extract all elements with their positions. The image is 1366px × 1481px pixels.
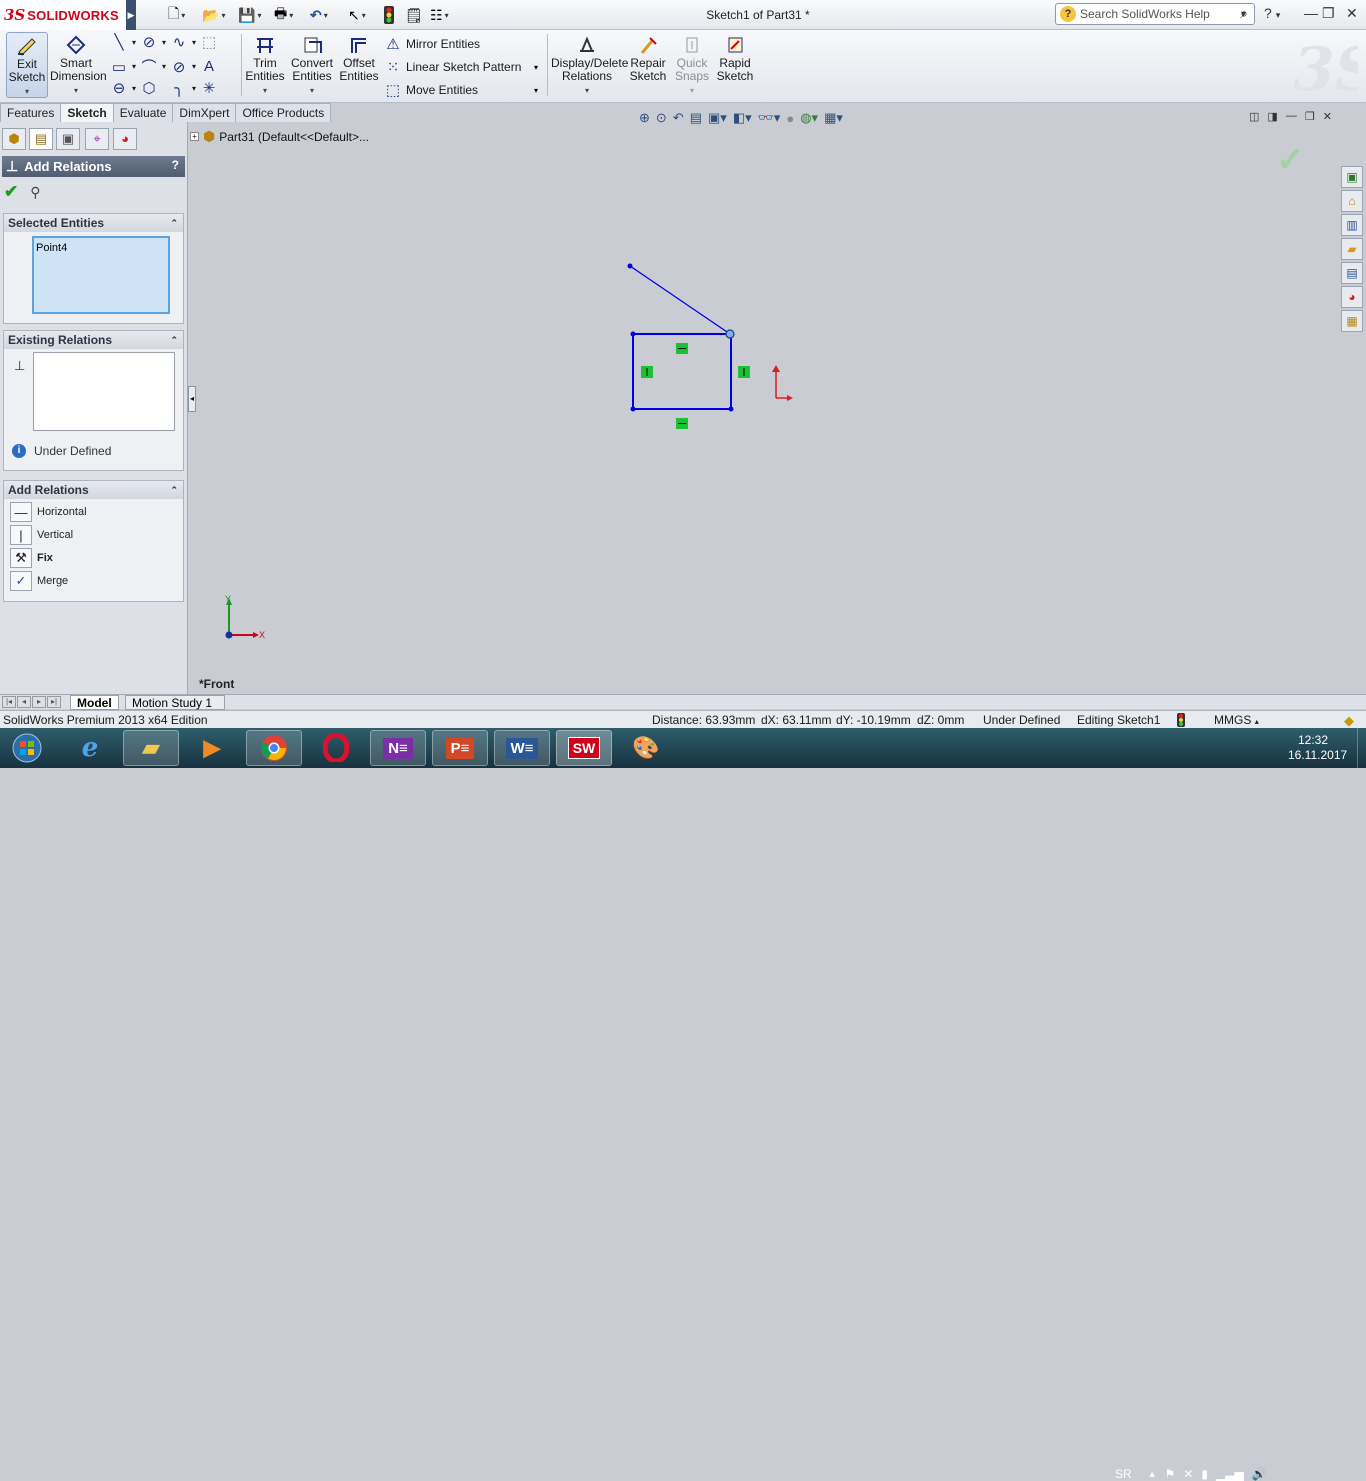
feature-manager-panel: ⬢ ▤ ▣ ⌖ ◕ ⊥ Add Relations ? ✔ ⚲ Selected…: [0, 122, 188, 694]
tab-model[interactable]: Model: [70, 695, 119, 710]
horizontal-relation-label: Horizontal: [37, 506, 87, 518]
flag-icon[interactable]: ⚑: [1165, 1467, 1176, 1481]
merge-relation-icon: ✓: [10, 571, 32, 591]
status-bar: SolidWorks Premium 2013 x64 Edition Dist…: [0, 710, 1366, 728]
last-tab-arrow-icon[interactable]: ▸|: [47, 696, 61, 708]
horizontal-relation-button[interactable]: — Horizontal: [10, 502, 87, 522]
start-button[interactable]: [4, 730, 50, 766]
bottom-model-tabs: |◂ ◂ ▸ ▸| Model Motion Study 1: [0, 694, 1366, 710]
volume-icon[interactable]: 🔊: [1252, 1467, 1267, 1481]
view-name-label: *Front: [199, 677, 235, 691]
horizontal-relation-badge[interactable]: [676, 343, 688, 354]
vertical-relation-button[interactable]: | Vertical: [10, 525, 73, 545]
word-icon[interactable]: W≡: [494, 730, 550, 766]
rebuild-status-icon[interactable]: [1177, 713, 1185, 727]
display-manager-icon[interactable]: ◕: [113, 128, 137, 150]
property-manager-title: Add Relations: [24, 159, 112, 174]
system-tray: SR ▲ ⚑ ✕ ▮ ▁▃▅ 🔊: [1115, 1467, 1267, 1481]
show-desktop-button[interactable]: [1357, 728, 1366, 768]
dz-readout: dZ: 0mm: [917, 713, 965, 727]
keep-visible-pushpin-icon[interactable]: ⚲: [30, 184, 40, 201]
dx-readout: dX: 63.11mm: [761, 713, 832, 727]
merge-relation-label: Merge: [37, 575, 69, 587]
collapse-chevron-icon[interactable]: ⌃: [170, 214, 178, 232]
list-item[interactable]: Point4: [36, 242, 166, 254]
add-relations-header[interactable]: Add Relations ⌃: [4, 481, 183, 499]
axis-y-label: Y: [225, 594, 231, 604]
coordinate-triad-icon: [225, 598, 259, 639]
chrome-icon[interactable]: [246, 730, 302, 766]
selected-entities-list[interactable]: Point4: [32, 236, 170, 314]
language-indicator[interactable]: SR: [1115, 1467, 1132, 1481]
editing-status-text: Editing Sketch1: [1077, 713, 1161, 727]
sketch-endpoint[interactable]: [627, 263, 633, 269]
solidworks-taskbar-icon[interactable]: SW: [556, 730, 612, 766]
vertical-relation-label: Vertical: [37, 529, 74, 541]
prev-tab-arrow-icon[interactable]: ◂: [17, 696, 31, 708]
edition-label: SolidWorks Premium 2013 x64 Edition: [3, 713, 208, 727]
next-tab-arrow-icon[interactable]: ▸: [32, 696, 46, 708]
device-icon[interactable]: ▮: [1201, 1467, 1208, 1481]
opera-icon[interactable]: [308, 730, 364, 766]
axis-x-label: X: [259, 630, 265, 640]
dy-readout: dY: -10.19mm: [836, 713, 911, 727]
show-hidden-icons-icon[interactable]: ▲: [1148, 1469, 1157, 1479]
configuration-manager-icon[interactable]: ▣: [56, 128, 80, 150]
vertical-relation-badge[interactable]: [641, 366, 653, 378]
signal-icon[interactable]: ▁▃▅: [1216, 1467, 1244, 1481]
clock-date: 16.11.2017: [1288, 748, 1348, 762]
dimxpert-manager-icon[interactable]: ⌖: [85, 128, 109, 150]
sketch-origin-icon: [772, 365, 793, 401]
media-player-icon[interactable]: ▶: [184, 730, 240, 766]
clock-time: 12:32: [1297, 733, 1329, 747]
feature-manager-tree-icon[interactable]: ⬢: [2, 128, 26, 150]
selected-entities-header[interactable]: Selected Entities ⌃: [4, 214, 183, 232]
collapse-chevron-icon[interactable]: ⌃: [170, 481, 178, 499]
horizontal-relation-badge[interactable]: [676, 418, 688, 429]
file-explorer-icon[interactable]: ▰: [123, 730, 179, 766]
fix-relation-button[interactable]: ⚒ Fix: [10, 548, 53, 568]
merge-relation-button[interactable]: ✓ Merge: [10, 571, 68, 591]
tab-scroll-arrows: |◂ ◂ ▸ ▸|: [2, 696, 61, 708]
paint-icon[interactable]: 🎨: [618, 730, 674, 766]
relations-symbol-icon: ⊥: [14, 358, 26, 373]
definition-status-label: Under Defined: [34, 444, 112, 458]
selected-point4[interactable]: [725, 329, 735, 339]
internet-explorer-icon[interactable]: e: [62, 730, 118, 766]
vertical-relation-badge[interactable]: [738, 366, 750, 378]
info-icon: i: [12, 444, 26, 458]
horizontal-relation-icon: —: [10, 502, 32, 522]
network-icon[interactable]: ✕: [1183, 1467, 1193, 1481]
definition-status: i Under Defined: [12, 444, 111, 458]
property-manager-icon[interactable]: ▤: [29, 128, 53, 150]
first-tab-arrow-icon[interactable]: |◂: [2, 696, 16, 708]
add-relations-icon: ⊥: [6, 158, 19, 174]
feature-manager-tabs: ⬢ ▤ ▣ ⌖ ◕: [0, 122, 188, 156]
property-manager-help-button[interactable]: ?: [172, 158, 179, 172]
sketch-line[interactable]: [629, 265, 731, 335]
rectangle-corner-point[interactable]: [630, 406, 636, 412]
fix-relation-icon: ⚒: [10, 548, 32, 568]
powerpoint-icon[interactable]: P≡: [432, 730, 488, 766]
rectangle-corner-point[interactable]: [630, 331, 636, 337]
definition-status-text: Under Defined: [983, 713, 1061, 727]
existing-relations-header[interactable]: Existing Relations ⌃: [4, 331, 183, 349]
taskbar-clock[interactable]: 12:32 16.11.2017: [1288, 733, 1348, 763]
existing-relations-list[interactable]: [33, 352, 175, 431]
collapse-chevron-icon[interactable]: ⌃: [170, 331, 178, 349]
ok-row: ✔ ⚲: [4, 182, 41, 202]
onenote-icon[interactable]: N≡: [370, 730, 426, 766]
property-manager-header: ⊥ Add Relations ?: [2, 156, 185, 177]
distance-readout: Distance: 63.93mm: [652, 713, 756, 727]
tab-motion-study-1[interactable]: Motion Study 1: [125, 695, 225, 710]
windows-taskbar: e ▰ ▶ N≡ P≡ W≡ SW 🎨 SR ▲ ⚑ ✕ ▮ ▁▃▅ 🔊 12:…: [0, 728, 1366, 1481]
sketch-canvas: Y X: [225, 263, 793, 640]
fix-relation-label: Fix: [37, 552, 53, 564]
vertical-relation-icon: |: [10, 525, 32, 545]
ok-check-icon[interactable]: ✔: [4, 182, 18, 202]
rectangle-corner-point[interactable]: [728, 406, 734, 412]
panel-collapse-handle[interactable]: ◂: [188, 386, 196, 412]
